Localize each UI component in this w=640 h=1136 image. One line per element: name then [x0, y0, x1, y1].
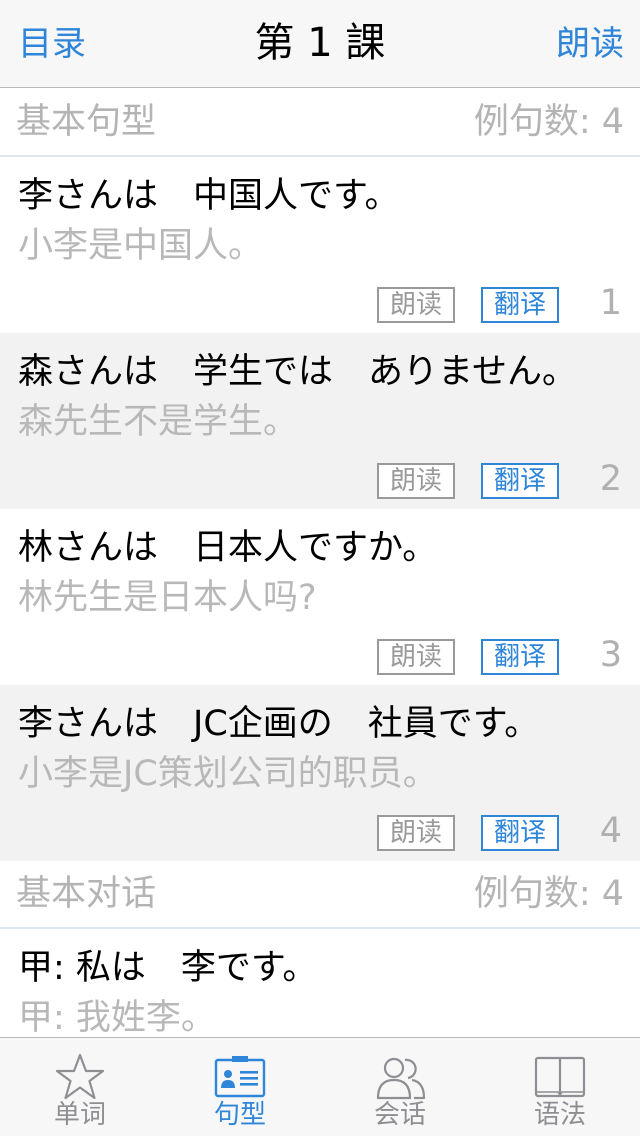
japanese-sentence: 森さんは 学生では ありません。 — [18, 352, 577, 392]
sentence-row[interactable]: 李さんは 中国人です。 小李是中国人。 朗读 翻译 1 — [0, 157, 640, 333]
section-title: 基本句型 — [16, 102, 157, 142]
sentence-number: 1 — [599, 283, 622, 323]
sentence-row[interactable]: 林さんは 日本人ですか。 林先生是日本人吗? 朗读 翻译 3 — [0, 509, 640, 685]
tab-label: 句型 — [213, 1100, 266, 1130]
sentence-row[interactable]: 李さんは JC企画の 社員です。 小李是JC策划公司的职员。 朗读 翻译 4 — [0, 685, 640, 861]
chinese-translation: 森先生不是学生。 — [18, 402, 299, 442]
read-button[interactable]: 朗读 — [377, 639, 455, 675]
japanese-sentence: 李さんは JC企画の 社員です。 — [18, 704, 540, 744]
sentence-row[interactable]: 森さんは 学生では ありません。 森先生不是学生。 朗读 翻译 2 — [0, 333, 640, 509]
japanese-sentence: 林さんは 日本人ですか。 — [18, 528, 438, 568]
book-icon — [534, 1056, 586, 1098]
read-button[interactable]: 朗读 — [377, 815, 455, 851]
translate-button[interactable]: 翻译 — [481, 815, 559, 851]
section-header-basic-patterns: 基本句型 例句数: 4 — [0, 89, 640, 157]
read-button[interactable]: 朗读 — [377, 463, 455, 499]
section-title: 基本对话 — [16, 874, 157, 914]
translate-button[interactable]: 翻译 — [481, 463, 559, 499]
people-icon — [376, 1057, 426, 1100]
sentence-number: 4 — [599, 811, 622, 851]
sentence-number: 2 — [599, 459, 622, 499]
sentence-list[interactable]: 基本句型 例句数: 4 李さんは 中国人です。 小李是中国人。 朗读 翻译 1 … — [0, 89, 640, 1037]
japanese-sentence: 李さんは 中国人です。 — [18, 176, 400, 216]
translate-button[interactable]: 翻译 — [481, 639, 559, 675]
tab-vocabulary[interactable]: 单词 — [0, 1038, 160, 1136]
tab-label: 单词 — [53, 1100, 106, 1130]
read-button[interactable]: 朗读 — [377, 287, 455, 323]
tab-label: 会话 — [373, 1100, 426, 1130]
section-header-basic-dialogue: 基本对话 例句数: 4 — [0, 861, 640, 929]
star-icon — [55, 1053, 105, 1100]
tab-conversation[interactable]: 会话 — [320, 1038, 480, 1136]
contact-card-icon — [214, 1056, 266, 1098]
navigation-bar: 目录 第 1 課 朗读 — [0, 0, 640, 88]
tab-sentence-patterns[interactable]: 句型 — [160, 1038, 320, 1136]
sentence-number: 3 — [599, 635, 622, 675]
section-count: 例句数: 4 — [473, 874, 624, 914]
tab-label: 语法 — [533, 1100, 586, 1130]
chinese-translation: 林先生是日本人吗? — [18, 578, 317, 618]
read-aloud-button[interactable]: 朗读 — [556, 22, 624, 66]
page-title: 第 1 課 — [254, 20, 386, 66]
chinese-translation: 甲: 我姓李。 — [18, 998, 216, 1037]
tab-grammar[interactable]: 语法 — [480, 1038, 640, 1136]
chinese-translation: 小李是JC策划公司的职员。 — [18, 754, 438, 794]
tab-bar: 单词 句型 会话 语法 — [0, 1037, 640, 1136]
chinese-translation: 小李是中国人。 — [18, 226, 264, 266]
section-count: 例句数: 4 — [473, 102, 624, 142]
japanese-sentence: 甲: 私は 李です。 — [18, 948, 318, 988]
sentence-row[interactable]: 甲: 私は 李です。 甲: 我姓李。 — [0, 929, 640, 1037]
translate-button[interactable]: 翻译 — [481, 287, 559, 323]
